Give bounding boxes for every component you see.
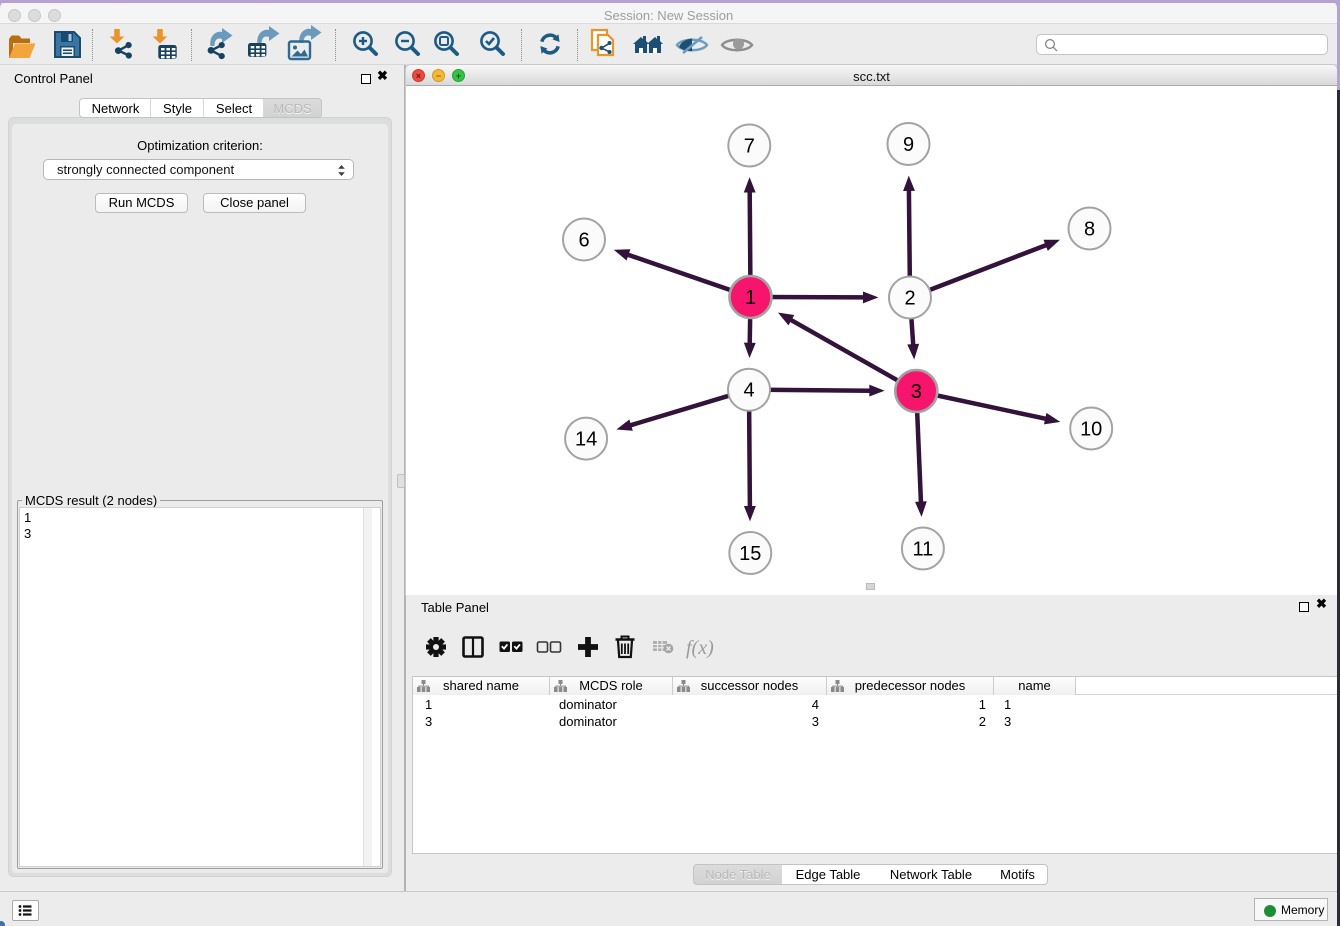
svg-text:1: 1 <box>745 287 756 309</box>
svg-text:6: 6 <box>578 230 589 252</box>
svg-text:15: 15 <box>739 543 761 565</box>
svg-text:10: 10 <box>1080 419 1102 441</box>
svg-text:3: 3 <box>911 381 922 403</box>
svg-text:9: 9 <box>903 134 914 156</box>
svg-text:f(x): f(x) <box>686 637 714 659</box>
svg-text:2: 2 <box>904 288 915 310</box>
svg-text:4: 4 <box>743 380 754 402</box>
svg-text:8: 8 <box>1084 219 1095 241</box>
svg-text:7: 7 <box>744 136 755 158</box>
svg-text:11: 11 <box>913 539 934 561</box>
svg-text:14: 14 <box>575 429 597 451</box>
